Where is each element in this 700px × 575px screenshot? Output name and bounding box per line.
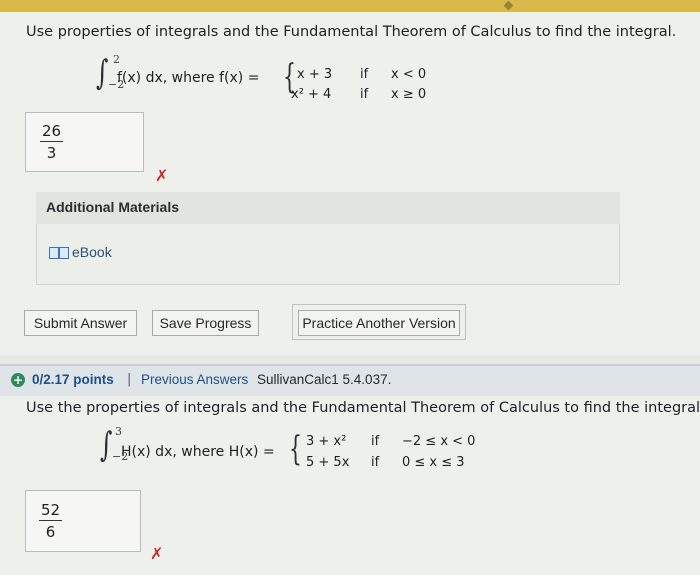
q2-answer-fraction: 52 6 xyxy=(39,501,63,541)
q2-case-2-range: 0 ≤ x ≤ 3 xyxy=(402,455,465,470)
q2-answer-numerator: 52 xyxy=(39,501,63,521)
previous-answers-link[interactable]: Previous Answers xyxy=(141,372,248,387)
q2-answer-denominator: 6 xyxy=(45,523,56,541)
additional-materials-body: eBook xyxy=(36,224,620,285)
ebook-label: eBook xyxy=(72,244,112,260)
q1-case-2-range: x ≥ 0 xyxy=(391,87,427,102)
q2-integrand: H(x) dx, where H(x) = xyxy=(121,444,275,460)
question-2-score: 0/2.17 points xyxy=(32,372,114,387)
q2-case-1-expr: 3 + x² xyxy=(306,434,347,449)
q1-answer-numerator: 26 xyxy=(40,122,64,142)
bar-marker-icon xyxy=(503,0,514,11)
q2-case-2-expr: 5 + 5x xyxy=(306,455,350,470)
q1-answer-field[interactable]: 26 3 xyxy=(25,112,144,172)
ebook-link[interactable]: eBook xyxy=(49,244,112,260)
status-separator: | xyxy=(127,372,132,387)
additional-materials: Additional Materials eBook xyxy=(36,192,620,286)
integral-sign-icon: ∫ xyxy=(100,425,113,465)
question-1-prompt: Use properties of integrals and the Fund… xyxy=(26,24,677,40)
question-2-source: SullivanCalc1 5.4.037. xyxy=(257,372,392,387)
question-2-status-bar: + 0/2.17 points | Previous Answers Sulli… xyxy=(0,364,700,396)
question-2-panel: + 0/2.17 points | Previous Answers Sulli… xyxy=(0,364,700,575)
q1-upper-limit: 2 xyxy=(113,53,120,66)
q2-brace-icon: { xyxy=(289,429,302,469)
expand-plus-icon[interactable]: + xyxy=(11,373,25,387)
q1-case-1-expr: x + 3 xyxy=(297,67,333,82)
submit-answer-button[interactable]: Submit Answer xyxy=(24,310,137,336)
save-progress-button[interactable]: Save Progress xyxy=(152,310,259,336)
practice-another-version-button[interactable]: Practice Another Version xyxy=(298,310,460,336)
q1-answer-denominator: 3 xyxy=(46,144,57,162)
q1-incorrect-icon: ✗ xyxy=(155,166,169,185)
q1-integrand: f(x) dx, where f(x) = xyxy=(117,70,260,86)
q2-case-1-cond: if xyxy=(371,434,380,449)
q2-case-1-range: −2 ≤ x < 0 xyxy=(402,434,476,449)
q2-upper-limit: 3 xyxy=(115,425,122,438)
q1-case-1-cond: if xyxy=(360,67,369,82)
practice-version-frame: Practice Another Version xyxy=(292,304,466,340)
integral-sign-icon: ∫ xyxy=(96,53,109,93)
additional-materials-header: Additional Materials xyxy=(36,192,620,224)
book-icon xyxy=(49,247,69,259)
q2-incorrect-icon: ✗ xyxy=(150,544,164,563)
q1-case-1-range: x < 0 xyxy=(391,67,427,82)
q2-answer-field[interactable]: 52 6 xyxy=(25,490,141,552)
q1-answer-fraction: 26 3 xyxy=(40,122,64,162)
top-accent-bar xyxy=(0,0,700,12)
question-2-prompt: Use the properties of integrals and the … xyxy=(26,400,700,416)
q2-case-2-cond: if xyxy=(371,455,380,470)
additional-materials-title: Additional Materials xyxy=(46,199,180,215)
question-1-panel: Use properties of integrals and the Fund… xyxy=(0,12,700,355)
q1-case-2-expr: x² + 4 xyxy=(291,87,332,102)
q1-case-2-cond: if xyxy=(360,87,369,102)
